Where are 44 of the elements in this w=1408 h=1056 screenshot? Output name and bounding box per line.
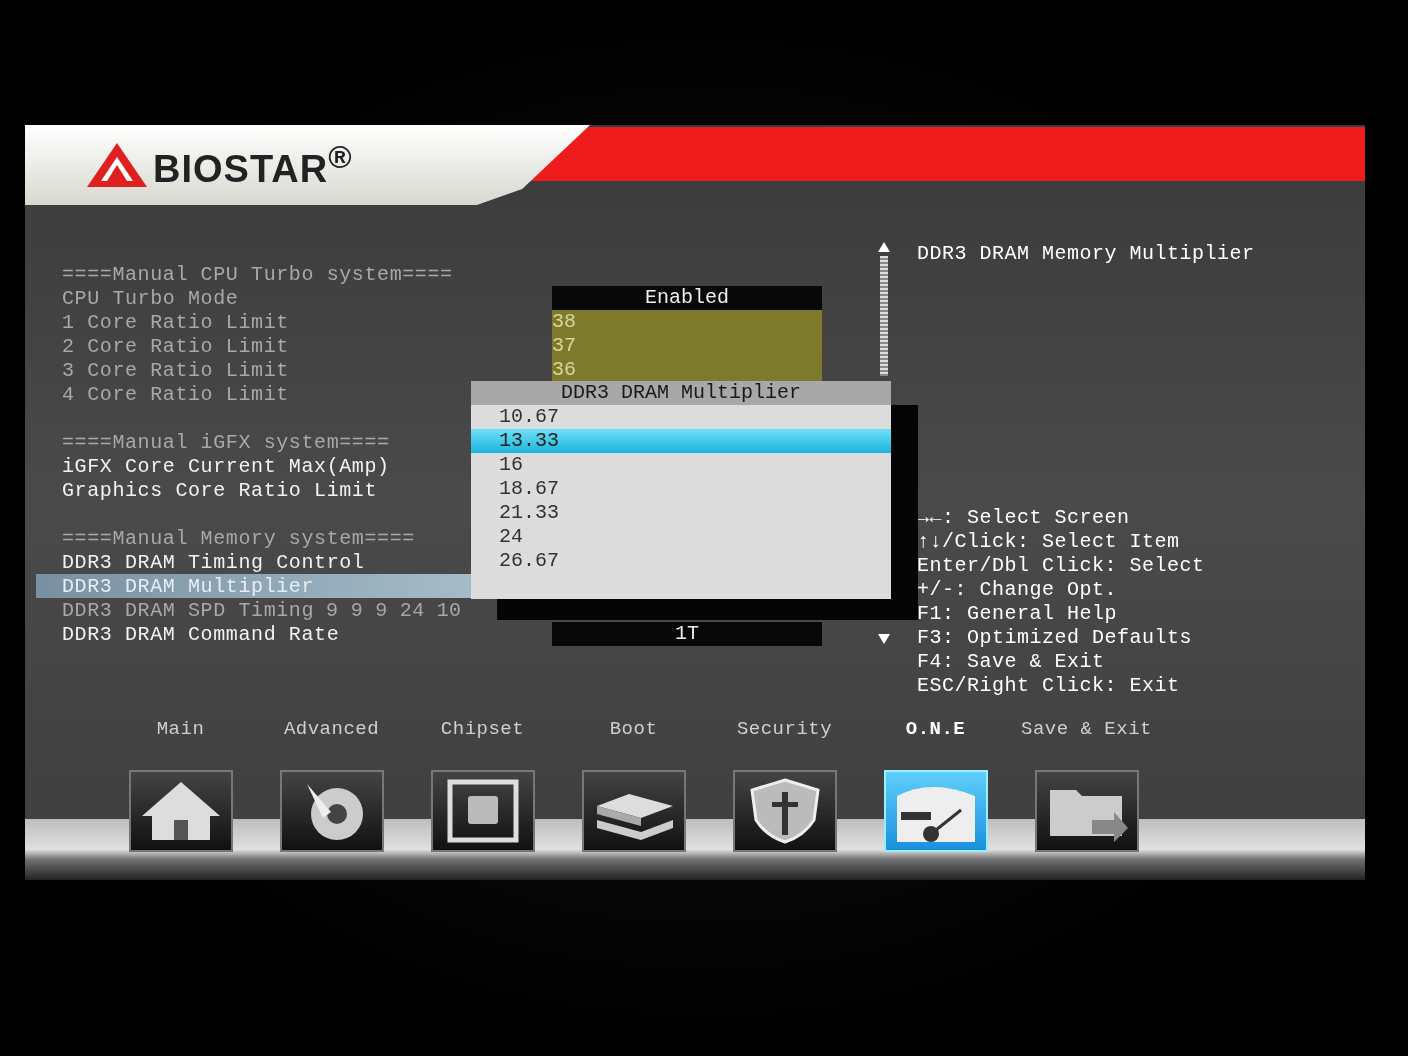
- tab-label[interactable]: Advanced: [283, 718, 380, 748]
- brand-logo-text: BIOSTAR$^{®}$: [153, 139, 353, 191]
- key-hint: F1: General Help: [917, 602, 1119, 626]
- popup-option[interactable]: 18.67: [471, 477, 891, 501]
- house-icon[interactable]: [128, 770, 233, 852]
- setting-label[interactable]: Graphics Core Ratio Limit: [62, 478, 378, 502]
- shield-cross-icon[interactable]: [732, 770, 837, 852]
- section-heading: ====Manual CPU Turbo system====: [62, 262, 453, 286]
- setting-value[interactable]: 1T: [552, 622, 822, 646]
- key-hint: F3: Optimized Defaults: [917, 626, 1194, 650]
- popup-option[interactable]: 10.67: [471, 405, 891, 429]
- tab-label[interactable]: Chipset: [440, 718, 525, 748]
- tab-label[interactable]: O.N.E: [905, 718, 966, 748]
- tab-label[interactable]: Security: [736, 718, 833, 748]
- triangle-logo-icon: [85, 141, 149, 189]
- setting-label[interactable]: DDR3 DRAM Timing Control: [62, 550, 365, 574]
- section-heading: ====Manual Memory system====: [62, 526, 415, 550]
- popup-option[interactable]: 26.67: [471, 549, 891, 573]
- key-hint: ESC/Right Click: Exit: [917, 674, 1181, 698]
- chip-icon[interactable]: [430, 770, 535, 852]
- setting-label[interactable]: iGFX Core Current Max(Amp): [62, 454, 390, 478]
- tab-label[interactable]: Boot: [609, 718, 658, 748]
- key-hint: →←: Select Screen: [917, 506, 1131, 530]
- gauge-icon[interactable]: [883, 770, 988, 852]
- drive-stack-icon[interactable]: [581, 770, 686, 852]
- setting-label[interactable]: DDR3 DRAM Command Rate: [62, 622, 340, 646]
- section-heading: ====Manual iGFX system====: [62, 430, 390, 454]
- key-hint: F4: Save & Exit: [917, 650, 1106, 674]
- tab-label[interactable]: Main: [156, 718, 205, 748]
- key-hint: ↑↓/Click: Select Item: [917, 530, 1181, 554]
- scroll-down-icon[interactable]: [878, 634, 890, 644]
- popup-option[interactable]: 21.33: [471, 501, 891, 525]
- help-title: DDR3 DRAM Memory Multiplier: [917, 242, 1255, 266]
- key-hint: Enter/Dbl Click: Select: [917, 554, 1206, 578]
- setting-label: DDR3 DRAM Multiplier: [62, 574, 315, 598]
- popup-option[interactable]: 24: [471, 525, 891, 549]
- popup-option[interactable]: 13.33: [471, 429, 891, 453]
- scroll-up-icon[interactable]: [878, 242, 890, 252]
- popup-option[interactable]: 16: [471, 453, 891, 477]
- popup-title: DDR3 DRAM Multiplier: [471, 381, 891, 405]
- scrollbar-thumb[interactable]: [880, 256, 888, 376]
- key-hint: +/-: Change Opt.: [917, 578, 1119, 602]
- tab-label[interactable]: Save & Exit: [1021, 718, 1152, 748]
- setting-detail: 9 9 9 24 10: [326, 598, 462, 622]
